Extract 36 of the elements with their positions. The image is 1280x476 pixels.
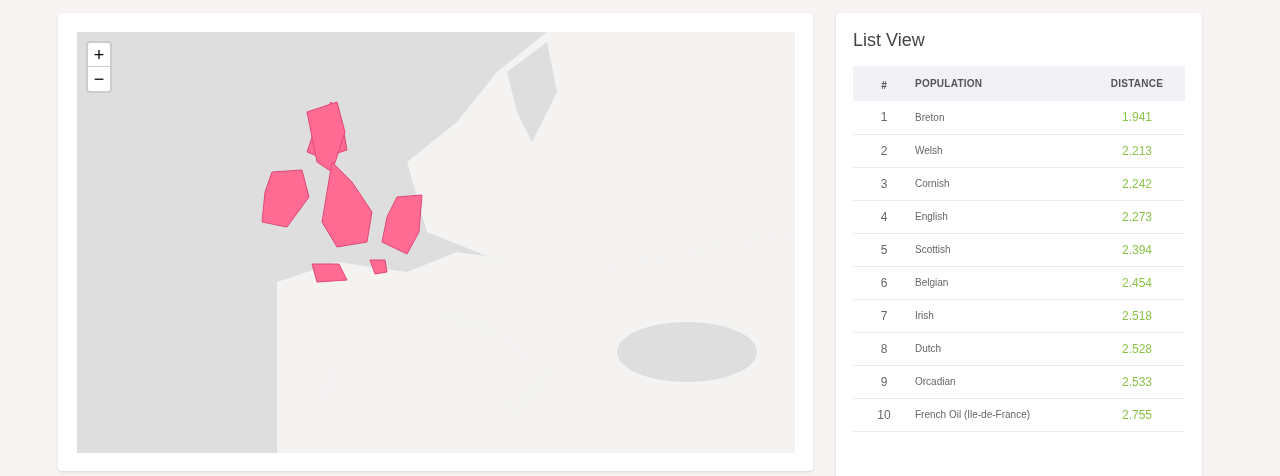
table-cell: 7 [853, 299, 915, 332]
zoom-out-button[interactable]: − [88, 67, 110, 91]
column-header: # [853, 66, 915, 101]
table-cell: 2.394 [1089, 233, 1185, 266]
column-header: DISTANCE [1089, 66, 1185, 101]
list-title: List View [853, 29, 926, 52]
table-cell: 9 [853, 365, 915, 398]
table-cell: Breton [915, 101, 1089, 134]
table-cell: Welsh [915, 134, 1089, 167]
table-cell: 8 [853, 332, 915, 365]
table-cell: Irish [915, 299, 1089, 332]
table-cell: 2.533 [1089, 365, 1185, 398]
table-cell: 2.454 [1089, 266, 1185, 299]
table-cell: 4 [853, 200, 915, 233]
table-cell: Scottish [915, 233, 1089, 266]
column-header: POPULATION [915, 66, 1089, 101]
table-cell: 6 [853, 266, 915, 299]
table-cell: 2.213 [1089, 134, 1185, 167]
table-cell: French Oil (Ile-de-France) [915, 398, 1089, 431]
table-cell: English [915, 200, 1089, 233]
table-cell: 5 [853, 233, 915, 266]
table-cell: 2.242 [1089, 167, 1185, 200]
table-cell: 2.755 [1089, 398, 1185, 431]
table-cell: 2.273 [1089, 200, 1185, 233]
zoom-in-button[interactable]: + [88, 43, 110, 67]
table-cell: 2.518 [1089, 299, 1185, 332]
table-cell: 3 [853, 167, 915, 200]
table-cell: 10 [853, 398, 915, 431]
table-cell: Orcadian [915, 365, 1089, 398]
table-cell: 1.941 [1089, 101, 1185, 134]
table-cell: Cornish [915, 167, 1089, 200]
table-cell: 2.528 [1089, 332, 1185, 365]
table-cell: 1 [853, 101, 915, 134]
table-cell: Belgian [915, 266, 1089, 299]
table-cell: 2 [853, 134, 915, 167]
table-cell: Dutch [915, 332, 1089, 365]
